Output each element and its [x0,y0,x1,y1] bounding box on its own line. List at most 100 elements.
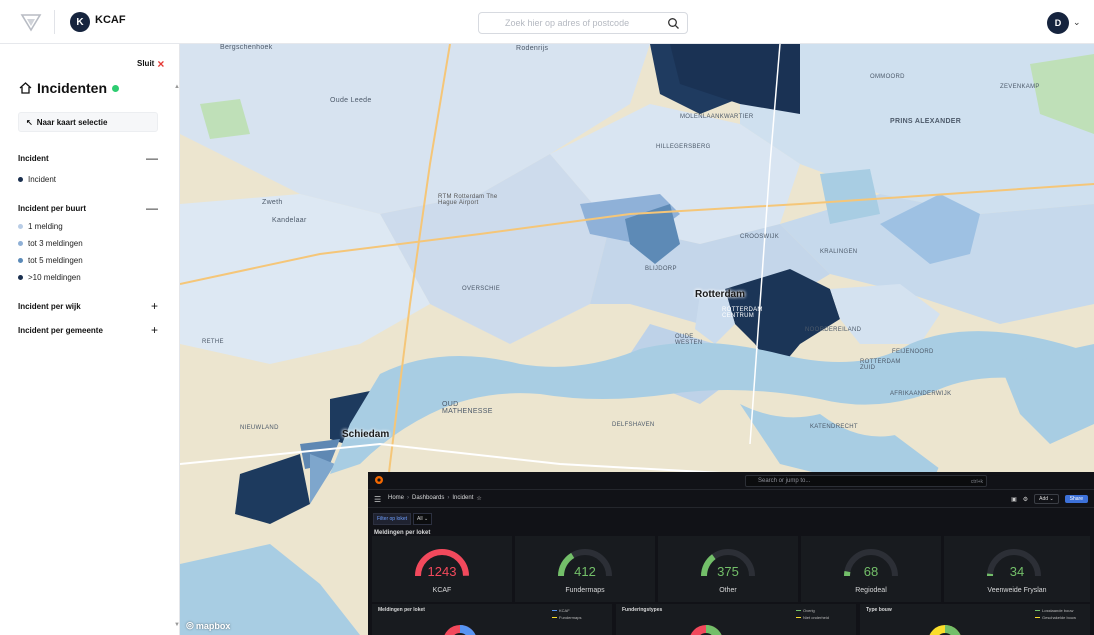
panel-title: Incidenten [19,80,120,96]
mapbox-logo-icon: ◎ [186,620,194,630]
settings-icon[interactable]: ⚙ [1023,496,1028,503]
legend-label: KCAF [559,608,570,613]
grafana-search-placeholder: Search or jump to... [758,478,811,484]
gauge-panel-regiodeal[interactable]: 68 Regiodeal [801,536,941,602]
legend-swatch [1035,617,1040,619]
gauge-panel-other[interactable]: 375 Other [658,536,798,602]
section-title: Incident [18,154,49,163]
panel-title: Type bouw [866,607,892,613]
legend-item: Niet onderheid [796,615,829,620]
map-label-rotterdam: Rotterdam [695,289,746,300]
legend-label: Overig [803,608,815,613]
section-incident-per-wijk[interactable]: Incident per wijk + [18,299,160,313]
section-title: Incident per wijk [18,302,81,311]
map-label-oude-westen: OUDE WESTEN [675,334,703,346]
legend-dot-icon [18,241,23,246]
map-label-crooswijk: CROOSWIJK [740,234,780,240]
legend-dot-icon [18,258,23,263]
star-icon[interactable]: ☆ [476,495,481,502]
section-incident-per-gemeente[interactable]: Incident per gemeente + [18,323,160,337]
map-label-zevenkamp: ZEVENKAMP [1000,84,1040,90]
gauge-name: Regiodeal [855,587,887,594]
gauge-value: 68 [863,564,879,579]
map-label-hillegersberg: HILLEGERSBERG [656,144,711,150]
legend-swatch [796,617,801,619]
user-avatar[interactable]: D [1047,12,1069,34]
collapse-icon[interactable]: — [146,201,158,215]
gauge-name: Other [719,587,737,594]
map-label-rodenrijs: Rodenrijs [516,45,549,52]
map-label-rotterdam-zuid: ROTTERDAM ZUID [860,359,901,371]
section-incident[interactable]: Incident — [18,151,160,165]
app-logo-icon[interactable] [20,11,42,33]
panel-meldingen-per-loket-pie[interactable]: Meldingen per loket KCAF Fundermaps [372,604,612,635]
legend-item: KCAF [552,608,570,613]
org-name[interactable]: KCAF [95,14,126,26]
address-search-input[interactable] [479,13,659,33]
close-icon: × [157,56,165,71]
map-label-kandelaar: Kandelaar [272,217,307,224]
chevron-down-icon[interactable]: ⌄ [1073,17,1081,28]
gauge-name: Fundermaps [565,587,605,594]
legend-swatch [552,610,557,612]
section-title: Incident per buurt [18,204,86,213]
expand-icon[interactable]: + [151,323,158,337]
share-button[interactable]: Share [1064,495,1088,503]
grafana-logo-icon[interactable] [374,475,384,485]
breadcrumb-incident[interactable]: Incident [452,495,473,502]
panel-funderingstypes-pie[interactable]: Funderingstypes Overig Niet onderheid [616,604,856,635]
legend-label: 1 melding [28,222,63,231]
expand-icon[interactable]: + [151,299,158,313]
gauge-panel-veenweide[interactable]: 34 Veenweide Fryslan [944,536,1090,602]
legend-item-1-melding: 1 melding [18,222,63,231]
gauge-panel-kcaf[interactable]: 1243 KCAF [372,536,512,602]
map-label-afrikaanderwijk: AFRIKAANDERWIJK [890,391,952,397]
status-dot-icon [112,84,120,92]
menu-icon[interactable]: ☰ [374,495,381,504]
map-label-ommoord: OMMOORD [870,74,905,80]
org-avatar[interactable]: K [70,12,90,32]
search-icon[interactable] [667,17,680,30]
legend-item-tot-5: tot 5 meldingen [18,256,83,265]
map-label-katendrecht: KATENDRECHT [810,424,858,430]
mapbox-attribution[interactable]: ◎ mapbox [186,620,230,631]
pie-chart [444,624,476,635]
map-label-bergschenhoek: Bergschenhoek [220,44,273,51]
legend-label: Incident [28,175,57,184]
panel-type-bouw-pie[interactable]: Type bouw Losstaande bouw Geschakelde bo… [860,604,1090,635]
breadcrumb-home[interactable]: Home [388,495,404,502]
section-incident-per-buurt[interactable]: Incident per buurt — [18,201,160,215]
gauge-panel-fundermaps[interactable]: 412 Fundermaps [515,536,655,602]
collapse-icon[interactable]: — [146,151,158,165]
breadcrumb-dashboards[interactable]: Dashboards [412,495,444,502]
legend-label: Fundermaps [559,615,582,620]
grafana-dashboard-overlay: Search or jump to... ctrl+k ☰ Home › Das… [368,472,1094,635]
map-label-rethe: RETHE [202,339,224,345]
pie-chart [690,624,722,635]
legend-label: tot 3 meldingen [28,239,83,248]
map-label-blijdorp: BLIJDORP [645,266,677,272]
save-icon[interactable]: ▣ [1011,496,1017,503]
close-sidebar-button[interactable]: Sluit × [137,56,165,71]
top-bar: K KCAF D ⌄ [0,0,1094,44]
back-to-map-selection-button[interactable]: ↖ Naar kaart selectie [18,112,158,132]
add-button[interactable]: Add ⌄ [1034,494,1059,504]
breadcrumb-separator-icon: › [447,495,450,501]
map-label-oud-mathenesse: OUD MATHENESSE [442,401,493,415]
gauge-name: KCAF [432,587,452,594]
filter-select[interactable]: All ⌄ [413,513,433,525]
legend-item: Losstaande bouw [1035,608,1073,613]
legend-item-over-10: >10 meldingen [18,273,81,282]
address-search[interactable] [478,12,688,34]
home-icon [19,82,32,94]
map-label-nieuwland: NIEUWLAND [240,425,279,431]
grafana-search-input[interactable]: Search or jump to... ctrl+k [745,475,987,487]
grafana-topbar: Search or jump to... ctrl+k [368,472,1094,490]
legend-swatch [552,617,557,619]
gauge-value: 34 [1009,564,1025,579]
legend-swatch [1035,610,1040,612]
legend-label: >10 meldingen [28,273,81,282]
map-label-delfshaven: DELFSHAVEN [612,422,655,428]
map-label-zweth: Zweth [262,199,283,206]
back-button-label: Naar kaart selectie [36,117,108,127]
